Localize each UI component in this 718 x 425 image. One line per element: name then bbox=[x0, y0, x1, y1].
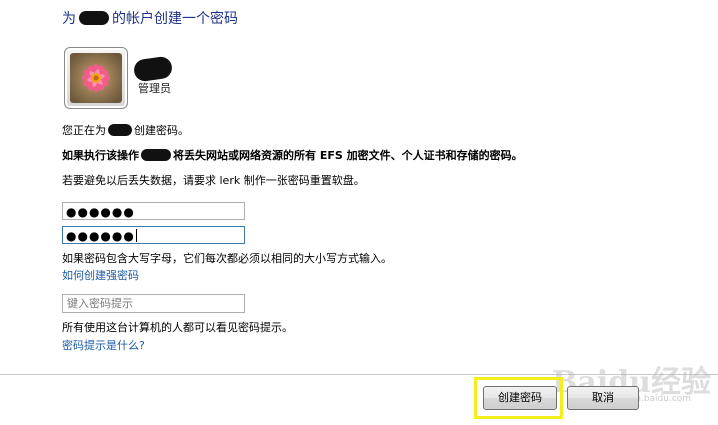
info-line-creating-suffix: 创建密码。 bbox=[134, 124, 189, 137]
new-password-field[interactable]: ●●●●●● bbox=[62, 202, 245, 220]
page-title: 为 的帐户创建一个密码 bbox=[62, 8, 238, 28]
confirm-password-value: ●●●●●● bbox=[66, 229, 135, 243]
redacted-username-mark bbox=[141, 149, 171, 161]
cancel-button[interactable]: 取消 bbox=[567, 386, 639, 410]
info-line-creating: 您正在为 创建密码。 bbox=[62, 122, 189, 138]
strong-password-link[interactable]: 如何创建强密码 bbox=[62, 267, 139, 283]
warning-line-suffix: 将丢失网站或网络资源的所有 EFS 加密文件、个人证书和存储的密码。 bbox=[173, 149, 523, 162]
new-password-value: ●●●●●● bbox=[66, 205, 135, 219]
confirm-password-field[interactable]: ●●●●●● bbox=[62, 226, 245, 244]
title-prefix: 为 bbox=[62, 11, 76, 27]
info-line-reset-disk: 若要避免以后丢失数据，请要求 lerk 制作一张密码重置软盘。 bbox=[62, 174, 365, 187]
redacted-username-mark bbox=[108, 124, 132, 136]
password-hint-input[interactable] bbox=[62, 294, 245, 313]
info-line-creating-prefix: 您正在为 bbox=[62, 124, 106, 137]
warning-line-efs: 如果执行该操作 将丢失网站或网络资源的所有 EFS 加密文件、个人证书和存储的密码… bbox=[62, 147, 523, 163]
text-caret bbox=[135, 229, 137, 242]
account-role-label: 管理员 bbox=[138, 82, 171, 95]
flower-avatar-icon bbox=[70, 53, 122, 103]
hint-visibility-note: 所有使用这台计算机的人都可以看见密码提示。 bbox=[62, 321, 293, 334]
account-avatar bbox=[64, 47, 128, 109]
title-suffix: 的帐户创建一个密码 bbox=[112, 11, 238, 27]
footer-divider bbox=[0, 374, 718, 375]
redacted-account-name-mark bbox=[132, 55, 174, 83]
redacted-username-mark bbox=[79, 11, 109, 25]
case-sensitivity-note: 如果密码包含大写字母，它们每次都必须以相同的大小写方式输入。 bbox=[62, 252, 392, 265]
create-password-button[interactable]: 创建密码 bbox=[483, 386, 557, 410]
warning-line-prefix: 如果执行该操作 bbox=[62, 149, 139, 162]
what-is-hint-link[interactable]: 密码提示是什么? bbox=[62, 337, 145, 353]
